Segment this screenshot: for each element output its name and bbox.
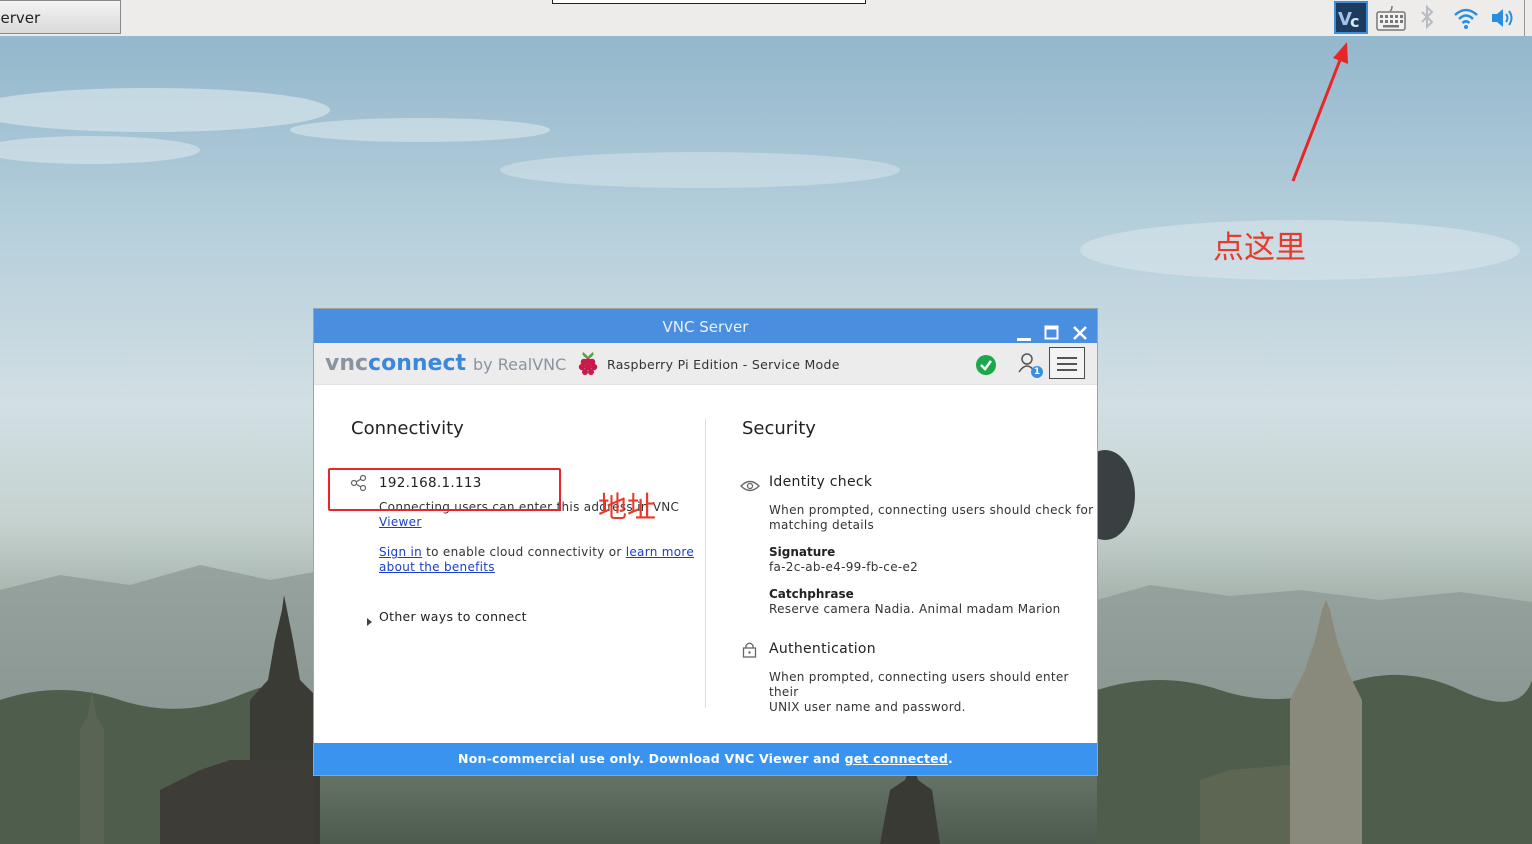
- taskbar-empty-slot: [552, 0, 866, 4]
- eye-icon: [740, 477, 760, 496]
- maximize-icon[interactable]: [1044, 318, 1060, 340]
- wifi-icon[interactable]: [1452, 4, 1480, 36]
- signature-label: Signature: [769, 545, 836, 559]
- sign-in-link[interactable]: Sign in: [379, 545, 422, 559]
- window-title: VNC Server: [662, 318, 749, 336]
- edition-label: Raspberry Pi Edition - Service Mode: [607, 357, 840, 372]
- taskbar-window-label: Server: [0, 9, 41, 27]
- about-benefits-link[interactable]: about the benefits: [379, 560, 495, 574]
- keyboard-icon[interactable]: [1376, 4, 1406, 36]
- lock-icon: [742, 641, 757, 662]
- identity-check-title: Identity check: [769, 474, 873, 490]
- volume-icon[interactable]: [1489, 4, 1517, 36]
- signature-value: fa-2c-ab-e4-99-fb-ce-e2: [769, 560, 919, 574]
- catchphrase-label: Catchphrase: [769, 587, 854, 601]
- window-titlebar[interactable]: VNC Server: [314, 309, 1097, 343]
- users-icon[interactable]: 1: [1017, 352, 1043, 378]
- identity-check-desc: When prompted, connecting users should c…: [769, 503, 1094, 532]
- expand-arrow-icon[interactable]: [366, 612, 374, 631]
- vnc-icon: V c: [1338, 9, 1359, 31]
- vnc-server-window: VNC Server vncconnect by RealVNC Raspber…: [314, 309, 1097, 775]
- section-divider: [705, 419, 706, 708]
- taskbar-window-button[interactable]: Server: [0, 0, 121, 34]
- minimize-icon[interactable]: [1016, 318, 1032, 341]
- status-ok-icon: [976, 355, 996, 375]
- vnc-viewer-link[interactable]: Viewer: [379, 515, 422, 529]
- get-connected-link[interactable]: get connected: [845, 751, 948, 766]
- raspberry-pi-icon: [577, 350, 599, 380]
- authentication-title: Authentication: [769, 641, 876, 657]
- annotation-click-here: 点这里: [1213, 230, 1306, 266]
- taskbar-edge: [1524, 0, 1532, 36]
- annotation-address-label: 地址: [598, 490, 657, 524]
- annotation-address-box: [328, 468, 561, 511]
- vnc-connect-logo: vncconnect by RealVNC: [325, 351, 566, 376]
- brand-connect: connect: [368, 351, 467, 376]
- security-heading: Security: [742, 418, 816, 439]
- svg-text:c: c: [1350, 12, 1359, 31]
- catchphrase-value: Reserve camera Nadia. Animal madam Mario…: [769, 602, 1061, 616]
- connectivity-heading: Connectivity: [351, 418, 464, 439]
- hamburger-menu-button[interactable]: [1049, 347, 1085, 379]
- close-icon[interactable]: [1072, 318, 1088, 340]
- bluetooth-icon[interactable]: [1418, 4, 1436, 36]
- license-footer: Non-commercial use only. Download VNC Vi…: [314, 743, 1097, 775]
- brand-vnc: vnc: [325, 351, 369, 376]
- cloud-signin-text: Sign in to enable cloud connectivity or …: [379, 545, 695, 574]
- window-content: Connectivity 192.168.1.113 Connecting us…: [314, 385, 1097, 743]
- other-ways-to-connect[interactable]: Other ways to connect: [379, 609, 527, 624]
- vnc-tray-icon[interactable]: V c: [1334, 1, 1368, 34]
- brand-by-realvnc: by RealVNC: [473, 355, 567, 374]
- window-toolbar: vncconnect by RealVNC Raspberry Pi Editi…: [314, 343, 1097, 385]
- user-count-badge: 1: [1031, 366, 1043, 378]
- authentication-desc: When prompted, connecting users should e…: [769, 670, 1069, 714]
- taskbar: Server V c: [0, 0, 1532, 36]
- learn-more-link[interactable]: learn more: [626, 545, 694, 559]
